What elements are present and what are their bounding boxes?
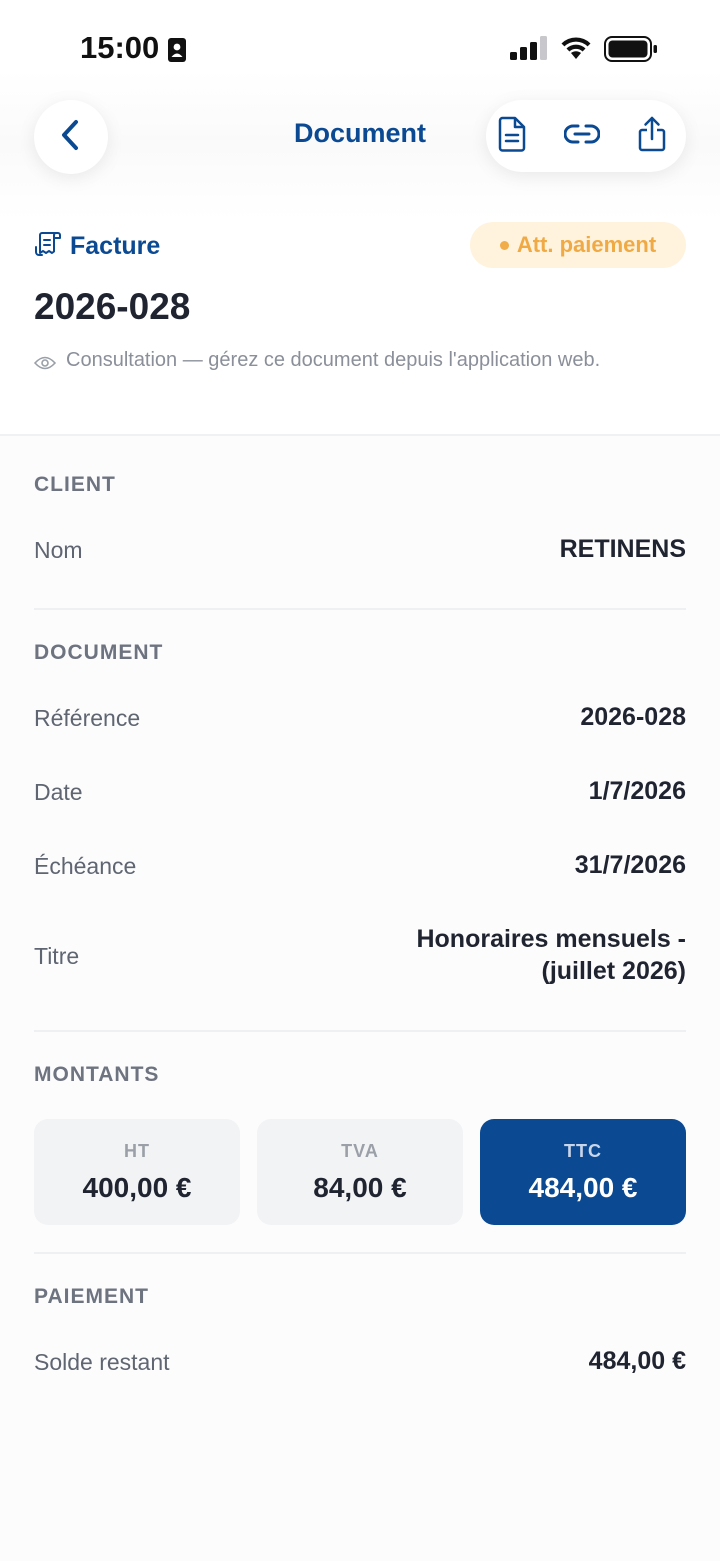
row-value-titre-line1: Honoraires mensuels - <box>416 925 686 953</box>
wifi-icon <box>559 35 593 66</box>
invoice-icon <box>34 231 62 262</box>
divider <box>34 1252 686 1254</box>
document-type: Facture <box>34 230 160 262</box>
row-label-titre: Titre <box>34 943 80 969</box>
view-document-button[interactable] <box>490 114 534 158</box>
amount-value-tva: 84,00 € <box>313 1172 407 1203</box>
content-background <box>0 436 720 1561</box>
contact-card-icon <box>167 37 187 68</box>
row-label-nom: Nom <box>34 537 83 563</box>
page-title: Document <box>293 118 426 148</box>
eye-icon <box>33 355 57 376</box>
status-badge-label: Att. paiement <box>516 232 657 257</box>
row-value-nom: RETINENS <box>559 535 686 563</box>
share-button[interactable] <box>630 114 674 158</box>
row-value-solde: 484,00 € <box>588 1347 686 1375</box>
copy-link-button[interactable] <box>560 114 604 158</box>
amount-card-ht: HT 400,00 € <box>34 1119 240 1225</box>
amount-label-ttc: TTC <box>564 1141 602 1161</box>
header-actions <box>486 100 686 172</box>
row-value-echeance: 31/7/2026 <box>574 851 686 879</box>
section-title-montants: MONTANTS <box>34 1063 160 1086</box>
row-label-reference: Référence <box>34 705 141 731</box>
back-button[interactable] <box>34 100 108 174</box>
amount-value-ttc: 484,00 € <box>528 1172 638 1203</box>
amount-card-tva: TVA 84,00 € <box>257 1119 463 1225</box>
consultation-notice: Consultation — gérez ce document depuis … <box>33 347 674 376</box>
section-title-paiement: PAIEMENT <box>34 1285 149 1308</box>
status-time: 15:00 <box>80 30 160 65</box>
row-label-echeance: Échéance <box>34 853 137 879</box>
row-label-date: Date <box>34 779 83 805</box>
chevron-left-icon <box>58 119 84 156</box>
document-type-label: Facture <box>70 231 161 260</box>
battery-icon <box>604 36 658 67</box>
section-title-client: CLIENT <box>34 473 116 496</box>
divider <box>34 1030 686 1032</box>
section-title-document: DOCUMENT <box>34 641 164 664</box>
signal-icon <box>510 36 548 65</box>
status-dot <box>499 240 509 250</box>
row-value-titre-line2: (juillet 2026) <box>541 957 687 985</box>
link-icon <box>563 123 601 150</box>
row-label-solde: Solde restant <box>34 1349 170 1375</box>
amount-label-tva: TVA <box>341 1141 379 1161</box>
amount-value-ht: 400,00 € <box>82 1172 192 1203</box>
document-number: 2026-028 <box>34 286 191 327</box>
divider <box>34 608 686 610</box>
amount-label-ht: HT <box>124 1141 150 1161</box>
row-value-date: 1/7/2026 <box>588 777 686 805</box>
amount-card-ttc: TTC 484,00 € <box>480 1119 686 1225</box>
share-icon <box>637 116 667 157</box>
document-icon <box>497 116 527 157</box>
row-value-reference: 2026-028 <box>580 703 686 731</box>
status-badge: Att. paiement <box>470 222 686 268</box>
consultation-text: Consultation — gérez ce document depuis … <box>66 349 601 371</box>
